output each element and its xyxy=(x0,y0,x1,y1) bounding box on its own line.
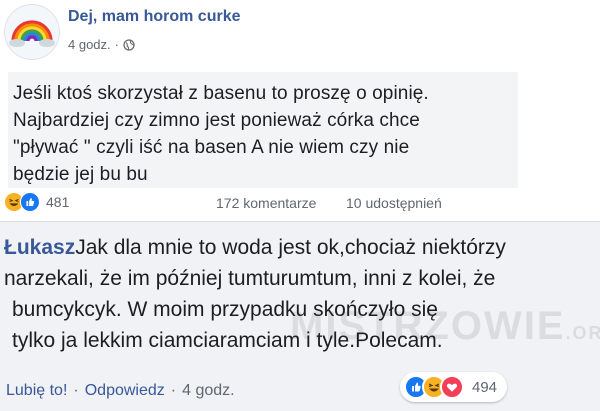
comment-author[interactable]: Łukasz xyxy=(4,236,75,259)
comments-count-link[interactable]: 172 komentarze xyxy=(216,195,316,211)
like-button[interactable]: Lubię to! xyxy=(6,382,67,399)
post-text: Jeśli ktoś skorzystał z basenu to proszę… xyxy=(8,72,518,188)
love-reaction-icon xyxy=(440,375,464,399)
group-name-link[interactable]: Dej, mam horom curke xyxy=(68,8,241,26)
comment-line: narzekali, że im później tumturumtum, in… xyxy=(4,267,496,290)
post-stats: 481 172 komentarze 10 udostępnień xyxy=(0,190,600,216)
post-text-line: "pływać " czyli iść na basen A nie wiem … xyxy=(13,137,410,158)
separator-dot: · xyxy=(73,382,79,399)
reply-button[interactable]: Odpowiedz xyxy=(85,382,165,399)
group-avatar[interactable] xyxy=(4,4,60,60)
post-text-line: Jeśli ktoś skorzystał z basenu to proszę… xyxy=(13,83,429,104)
like-reaction-icon xyxy=(20,192,40,212)
comment-reactions-count: 494 xyxy=(472,378,498,396)
separator-dot: · xyxy=(114,37,119,52)
post-text-line: będzie jej bu bu xyxy=(13,164,148,185)
globe-icon xyxy=(123,38,135,51)
post-time[interactable]: 4 godz. xyxy=(68,37,111,52)
post-reactions[interactable]: 481 xyxy=(4,192,69,212)
comment-text: Jak dla mnie to woda jest ok,chociaż nie… xyxy=(75,236,506,259)
comment-time[interactable]: 4 godz. xyxy=(182,382,234,399)
post-text-line: Najbardziej czy zimno jest ponieważ córk… xyxy=(13,110,420,131)
post: Dej, mam horom curke 4 godz. · Jeśli kto… xyxy=(0,0,600,222)
separator-dot: · xyxy=(170,382,177,399)
shares-count-link[interactable]: 10 udostępnień xyxy=(346,195,442,211)
comment-line: ŁukaszJak dla mnie to woda jest ok,choci… xyxy=(4,232,600,263)
comment-line: bumcykcyk. W moim przypadku skończyło si… xyxy=(12,298,438,321)
post-reactions-count: 481 xyxy=(46,194,70,210)
comment-reactions[interactable]: 494 xyxy=(400,372,508,402)
comment-body: ŁukaszJak dla mnie to woda jest ok,choci… xyxy=(4,232,600,356)
comment-line: tylko ja lekkim ciamciaramciam i tyle.Po… xyxy=(12,329,443,352)
post-meta: 4 godz. · xyxy=(68,37,135,52)
rainbow-icon xyxy=(9,20,55,47)
comment-actions: Lubię to! · Odpowiedz · 4 godz. xyxy=(6,382,235,400)
comment: MISTRZOWIE.ORG ŁukaszJak dla mnie to wod… xyxy=(0,222,600,411)
